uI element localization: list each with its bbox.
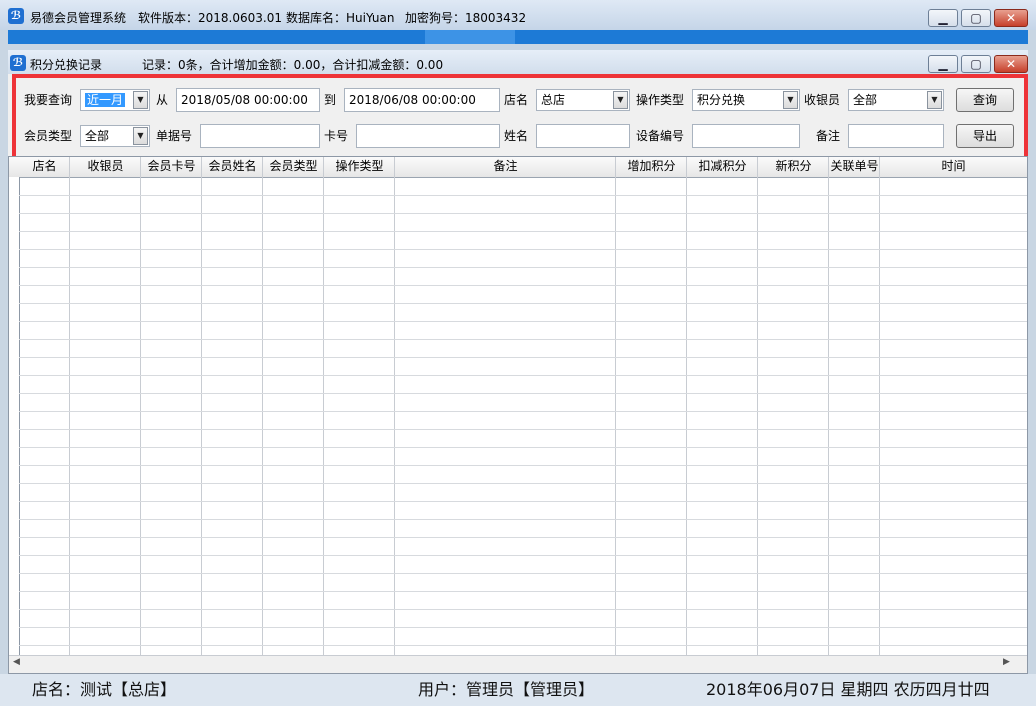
table-row <box>19 231 1027 232</box>
app-title-bar: ℬ 易德会员管理系统 软件版本：2018.0603.01 数据库名：HuiYua… <box>0 0 1036 30</box>
table-row <box>19 285 1027 286</box>
column-header[interactable]: 时间 <box>880 157 1027 177</box>
minimize-icon: ▁ <box>938 11 948 25</box>
close-icon: ✕ <box>1005 11 1017 25</box>
menu-strip-highlight <box>425 30 515 44</box>
version-label: 软件版本：2018.0603.01 <box>138 11 282 25</box>
database-label: 数据库名：HuiYuan <box>286 11 395 25</box>
records-table[interactable]: 店名 收银员 会员卡号 会员姓名 会员类型 操作类型 备注 增加积分 扣减积分 新积分 关联单号 时间… <box>8 156 1028 674</box>
table-row <box>19 339 1027 340</box>
child-window-title: 积分兑换记录 <box>30 58 103 72</box>
column-header[interactable]: 店名 <box>19 157 70 177</box>
column-header[interactable]: 会员姓名 <box>202 157 263 177</box>
status-user: 用户：管理员【管理员】 <box>418 680 595 699</box>
column-header[interactable]: 会员类型 <box>263 157 324 177</box>
status-date: 2018年06月07日 星期四 农历四月廿四 <box>706 680 990 699</box>
child-minimize-button[interactable]: ▁ <box>928 55 958 73</box>
maximize-icon: ▢ <box>970 11 982 25</box>
table-row <box>19 357 1027 358</box>
minimize-button[interactable]: ▁ <box>928 9 958 27</box>
column-header[interactable]: 扣减积分 <box>687 157 758 177</box>
dongle-label: 加密狗号：18003432 <box>405 11 527 25</box>
maximize-icon: ▢ <box>970 57 982 71</box>
table-row <box>19 447 1027 448</box>
table-row <box>19 303 1027 304</box>
table-row <box>19 501 1027 502</box>
menu-strip <box>8 30 1028 44</box>
table-row <box>19 195 1027 196</box>
table-row <box>19 393 1027 394</box>
table-row <box>19 627 1027 628</box>
close-button[interactable]: ✕ <box>994 9 1028 27</box>
table-row <box>19 519 1027 520</box>
table-row <box>19 321 1027 322</box>
table-row <box>19 465 1027 466</box>
table-row <box>19 591 1027 592</box>
table-row <box>19 249 1027 250</box>
app-logo-icon: ℬ <box>8 8 24 24</box>
minimize-icon: ▁ <box>938 57 948 71</box>
maximize-button[interactable]: ▢ <box>961 9 991 27</box>
column-header[interactable]: 新积分 <box>758 157 829 177</box>
app-title: 易德会员管理系统 <box>30 11 127 25</box>
table-row <box>19 411 1027 412</box>
table-row <box>19 213 1027 214</box>
status-store: 店名：测试【总店】 <box>32 680 177 699</box>
table-row <box>19 375 1027 376</box>
table-row <box>19 483 1027 484</box>
column-header[interactable]: 收银员 <box>70 157 141 177</box>
table-row <box>19 555 1027 556</box>
column-header[interactable]: 关联单号 <box>829 157 880 177</box>
scroll-left-icon[interactable]: ◀ <box>13 657 20 667</box>
table-row <box>19 645 1027 646</box>
child-close-button[interactable]: ✕ <box>994 55 1028 73</box>
column-header[interactable]: 备注 <box>395 157 616 177</box>
record-summary: 记录：0条，合计增加金额：0.00，合计扣减金额：0.00 <box>142 58 444 72</box>
scroll-right-icon[interactable]: ▶ <box>1003 657 1010 667</box>
child-window-icon: ℬ <box>10 55 26 71</box>
table-row <box>19 537 1027 538</box>
child-maximize-button[interactable]: ▢ <box>961 55 991 73</box>
table-row <box>19 429 1027 430</box>
horizontal-scrollbar[interactable]: ◀ ▶ <box>9 655 1027 673</box>
column-header[interactable]: 增加积分 <box>616 157 687 177</box>
table-row <box>19 573 1027 574</box>
child-window-title-bar: ℬ 积分兑换记录 记录：0条，合计增加金额：0.00，合计扣减金额：0.00 ▁… <box>8 50 1028 74</box>
table-row <box>19 609 1027 610</box>
column-header[interactable]: 会员卡号 <box>141 157 202 177</box>
column-header[interactable]: 操作类型 <box>324 157 395 177</box>
table-row <box>19 267 1027 268</box>
close-icon: ✕ <box>1005 57 1017 71</box>
highlight-box <box>12 74 1028 162</box>
table-header: 店名 收银员 会员卡号 会员姓名 会员类型 操作类型 备注 增加积分 扣减积分 新积分 关联单号 时间 <box>9 157 1027 178</box>
